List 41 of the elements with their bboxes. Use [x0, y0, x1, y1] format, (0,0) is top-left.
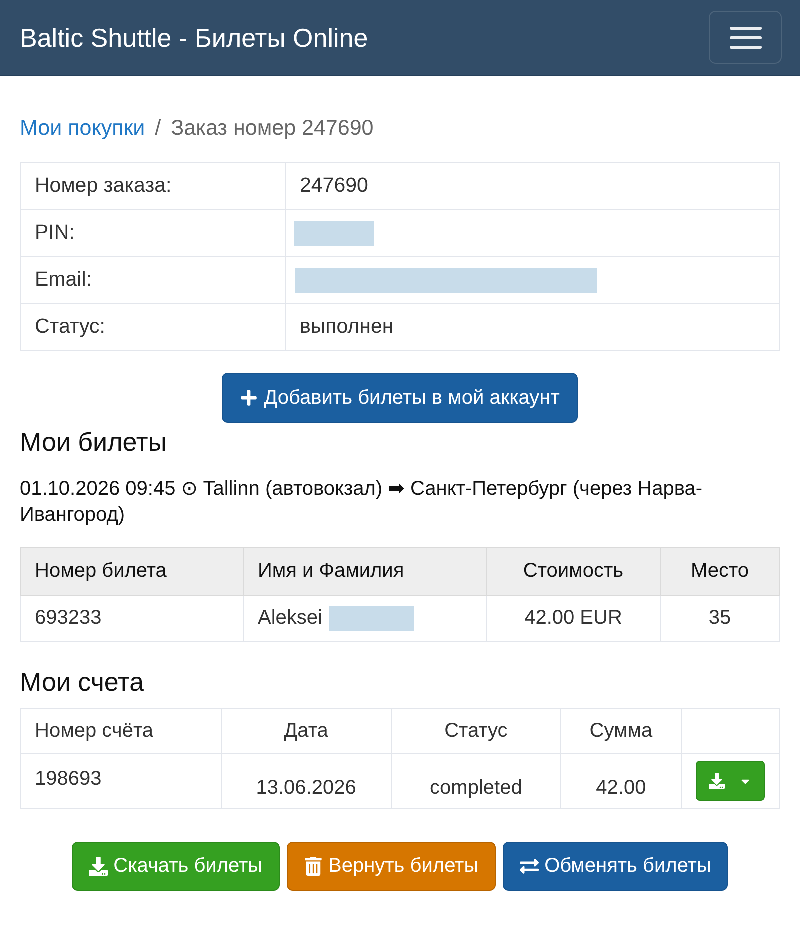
brand-title: Baltic Shuttle - Билеты Online — [20, 22, 368, 54]
action-button[interactable]: Вернуть билеты — [286, 842, 496, 891]
column-header: Стоимость — [486, 548, 660, 596]
plus-icon — [240, 389, 258, 407]
breadcrumb-link[interactable]: Мои покупки — [20, 112, 146, 144]
download-icon — [88, 857, 108, 876]
action-button[interactable]: Скачать билеты — [72, 842, 280, 891]
passenger-name: Aleksei — [258, 606, 322, 629]
order-info-value: выполнен — [300, 315, 394, 338]
add-tickets-button[interactable]: Добавить билеты в мой аккаунт — [222, 373, 578, 423]
column-header: Сумма — [560, 708, 682, 754]
column-header: Номер счёта — [20, 708, 222, 754]
trash-icon — [304, 857, 323, 876]
table-cell: 35 — [660, 596, 780, 642]
menu-icon — [730, 26, 762, 50]
breadcrumb-separator: / — [155, 115, 162, 142]
download-dropdown-button[interactable] — [696, 761, 765, 801]
action-button[interactable]: Обменять билеты — [502, 842, 728, 891]
breadcrumb-current: Заказ номер 247690 — [171, 115, 374, 142]
table-cell: 693233 — [20, 596, 244, 642]
menu-button[interactable] — [709, 11, 782, 64]
trip-route: 01.10.2026 09:45 ⊙ Tallinn (автовокзал) ➡ Санкт-Петербург (через Нарва-Ивангород) — [20, 477, 704, 528]
table-cell: 42.00 EUR — [486, 596, 660, 642]
order-info-label: Номер заказа: — [20, 162, 286, 210]
column-header: Статус — [392, 708, 561, 754]
column-header: Номер билета — [20, 548, 244, 596]
column-header: Имя и Фамилия — [244, 548, 486, 596]
order-info-value: 247690 — [300, 174, 368, 197]
order-info-label: PIN: — [20, 210, 286, 256]
order-info-label: Статус: — [20, 304, 286, 350]
table-cell: 198693 — [20, 754, 222, 808]
column-header: Место — [660, 548, 780, 596]
download-icon — [709, 773, 725, 789]
column-header: Дата — [221, 708, 392, 754]
table-cell: completed — [392, 754, 561, 808]
order-info-label: Email: — [20, 256, 286, 304]
section-title: Мои счета — [20, 666, 146, 698]
table-cell: 42.00 — [560, 754, 682, 808]
exchange-arrows-icon — [520, 857, 539, 876]
section-title: Мои билеты — [20, 426, 168, 458]
table-cell: 13.06.2026 — [221, 754, 392, 808]
